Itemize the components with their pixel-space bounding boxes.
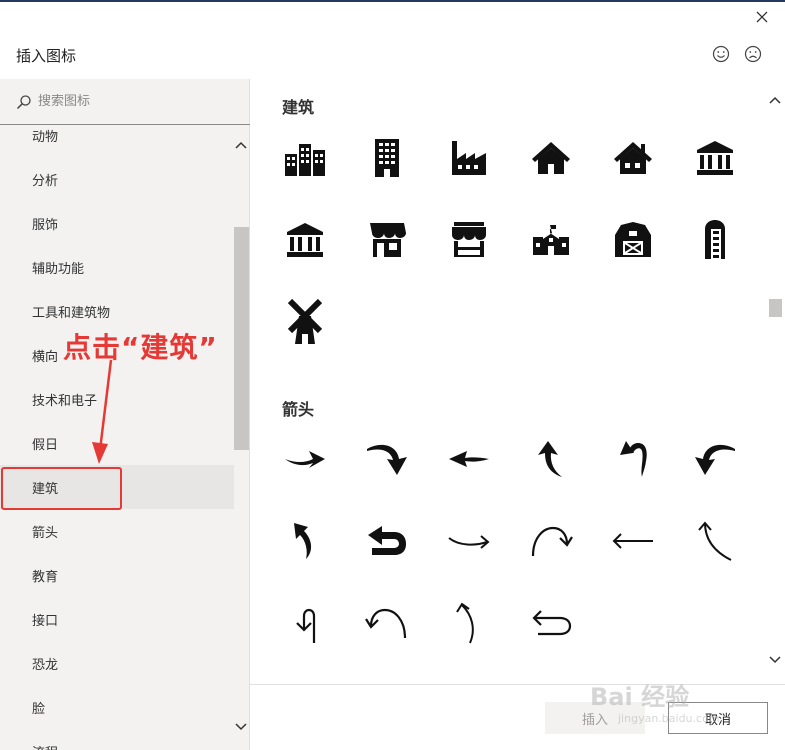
category-item-arrows[interactable]: 箭头 [0,509,234,553]
frown-feedback-button[interactable] [742,43,764,65]
annotation-arrow [92,359,113,464]
frown-feedback-icon [744,45,762,63]
arrow-right-curved-icon[interactable] [275,429,335,489]
gallery-scrollbar[interactable] [766,90,784,670]
category-item-faces[interactable]: 脸 [0,685,234,729]
museum-icon[interactable] [275,210,335,270]
category-label: 工具和建筑物 [32,305,111,321]
arrow-right-thin-icon[interactable] [439,511,499,571]
arrow-curve-down-right-icon[interactable] [357,429,417,489]
silo-icon[interactable] [685,210,745,270]
category-label: 流程 [32,742,58,750]
insert-button[interactable]: 插入 [545,702,645,734]
category-label: 恐龙 [32,657,59,673]
search-box [0,79,250,125]
category-item-accessibility[interactable]: 辅助功能 [0,245,234,289]
category-label: 接口 [32,613,59,629]
chevron-up-icon [235,141,247,149]
category-label: 动物 [32,129,59,145]
cancel-button[interactable]: 取消 [668,702,768,734]
storefront-icon[interactable] [357,210,417,270]
windmill-icon[interactable] [275,292,335,352]
arrow-turn-back-up-icon[interactable] [603,429,663,489]
icon-gallery: 建筑 箭头 [250,79,785,684]
category-label: 假日 [32,437,59,453]
search-icon [16,94,31,109]
gallery-scroll-up[interactable] [768,93,782,107]
arrow-curve-down-left-icon[interactable] [685,429,745,489]
section-title-buildings: 建筑 [282,98,315,117]
sidebar-scroll-thumb[interactable] [234,227,249,450]
category-item-education[interactable]: 教育 [0,553,234,597]
gallery-scroll-thumb[interactable] [769,299,782,317]
arrow-u-turn-left-icon[interactable] [357,511,417,571]
category-label: 横向 [32,349,59,365]
chevron-up-icon [769,96,781,104]
arrow-left-thin-icon[interactable] [603,511,663,571]
chevron-down-icon [769,656,781,664]
close-icon [756,11,768,23]
category-item-animals[interactable]: 动物 [0,126,234,157]
category-item-apparel[interactable]: 服饰 [0,201,234,245]
category-label: 辅助功能 [32,261,85,277]
dialog-top-border [0,0,785,2]
category-item-buildings[interactable]: 建筑 [0,465,234,509]
category-label: 教育 [32,569,59,585]
category-item-holidays[interactable]: 假日 [0,421,234,465]
office-buildings-icon[interactable] [275,128,335,188]
category-item-technology[interactable]: 技术和电子 [0,377,234,421]
barn-icon[interactable] [603,210,663,270]
school-icon[interactable] [521,210,581,270]
sidebar-scroll-up[interactable] [234,138,248,152]
close-button[interactable] [750,6,774,28]
category-item-analytics[interactable]: 分析 [0,157,234,201]
gallery-scroll-down[interactable] [768,653,782,667]
arrow-counterclockwise-thin-icon[interactable] [357,593,417,653]
smile-feedback-button[interactable] [710,43,732,65]
arrow-up-curved-icon[interactable] [521,429,581,489]
dialog-footer: 插入 取消 [250,684,785,750]
category-item-process[interactable]: 流程 [0,729,234,750]
smile-feedback-icon [712,45,730,63]
category-sidebar: 动物 分析 服饰 辅助功能 工具和建筑物 横向 技术和电子 假日 建筑 箭头 教… [0,79,250,750]
category-label: 脸 [32,701,46,717]
arrow-clockwise-thin-icon[interactable] [521,511,581,571]
category-label: 建筑 [32,481,59,497]
office-tower-icon[interactable] [357,128,417,188]
search-input[interactable] [38,94,238,109]
category-item-interface[interactable]: 接口 [0,597,234,641]
category-label: 服饰 [32,217,59,233]
house-chimney-icon[interactable] [603,128,663,188]
category-list: 动物 分析 服饰 辅助功能 工具和建筑物 横向 技术和电子 假日 建筑 箭头 教… [0,126,234,750]
chevron-down-icon [235,723,247,731]
sidebar-scroll-down[interactable] [234,720,248,734]
arrow-return-left-thin-icon[interactable] [521,593,581,653]
category-item-dinosaurs[interactable]: 恐龙 [0,641,234,685]
factory-icon[interactable] [439,128,499,188]
arrow-up-left-thin-icon[interactable] [685,511,745,571]
shop-stall-icon[interactable] [439,210,499,270]
arrow-turn-left-thin-icon[interactable] [275,593,335,653]
arrow-left-icon[interactable] [439,429,499,489]
sidebar-scrollbar[interactable] [233,126,249,750]
section-title-arrows: 箭头 [282,400,315,419]
category-label: 分析 [32,173,59,189]
category-label: 箭头 [32,525,59,541]
house-icon[interactable] [521,128,581,188]
arrow-up-curved-thin-icon[interactable] [439,593,499,653]
bank-icon[interactable] [685,128,745,188]
arrow-up-left-curved-icon[interactable] [275,511,335,571]
dialog-title: 插入图标 [16,47,77,65]
